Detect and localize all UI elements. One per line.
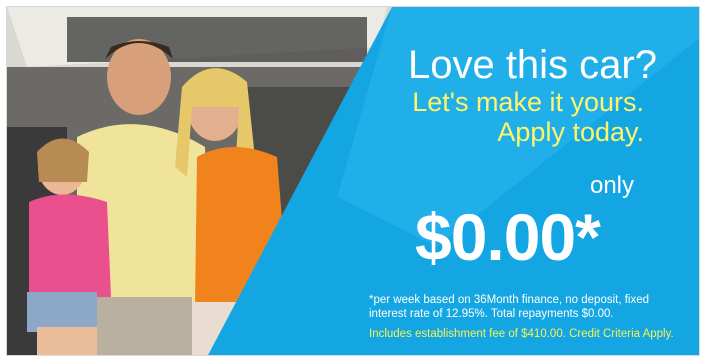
subline-make-it-yours: Let's make it yours. xyxy=(412,87,644,117)
finance-disclaimer: *per week based on 36Month finance, no d… xyxy=(369,294,650,320)
only-label: only xyxy=(589,172,634,199)
headline: Love this car? xyxy=(407,43,657,87)
subline-apply-today[interactable]: Apply today. xyxy=(497,117,644,148)
weekly-price: $0.00* xyxy=(415,200,601,274)
establishment-fee-note: Includes establishment fee of $410.00. C… xyxy=(369,328,674,340)
finance-promo-banner[interactable]: Love this car? Let's make it yours. Appl… xyxy=(6,6,700,356)
